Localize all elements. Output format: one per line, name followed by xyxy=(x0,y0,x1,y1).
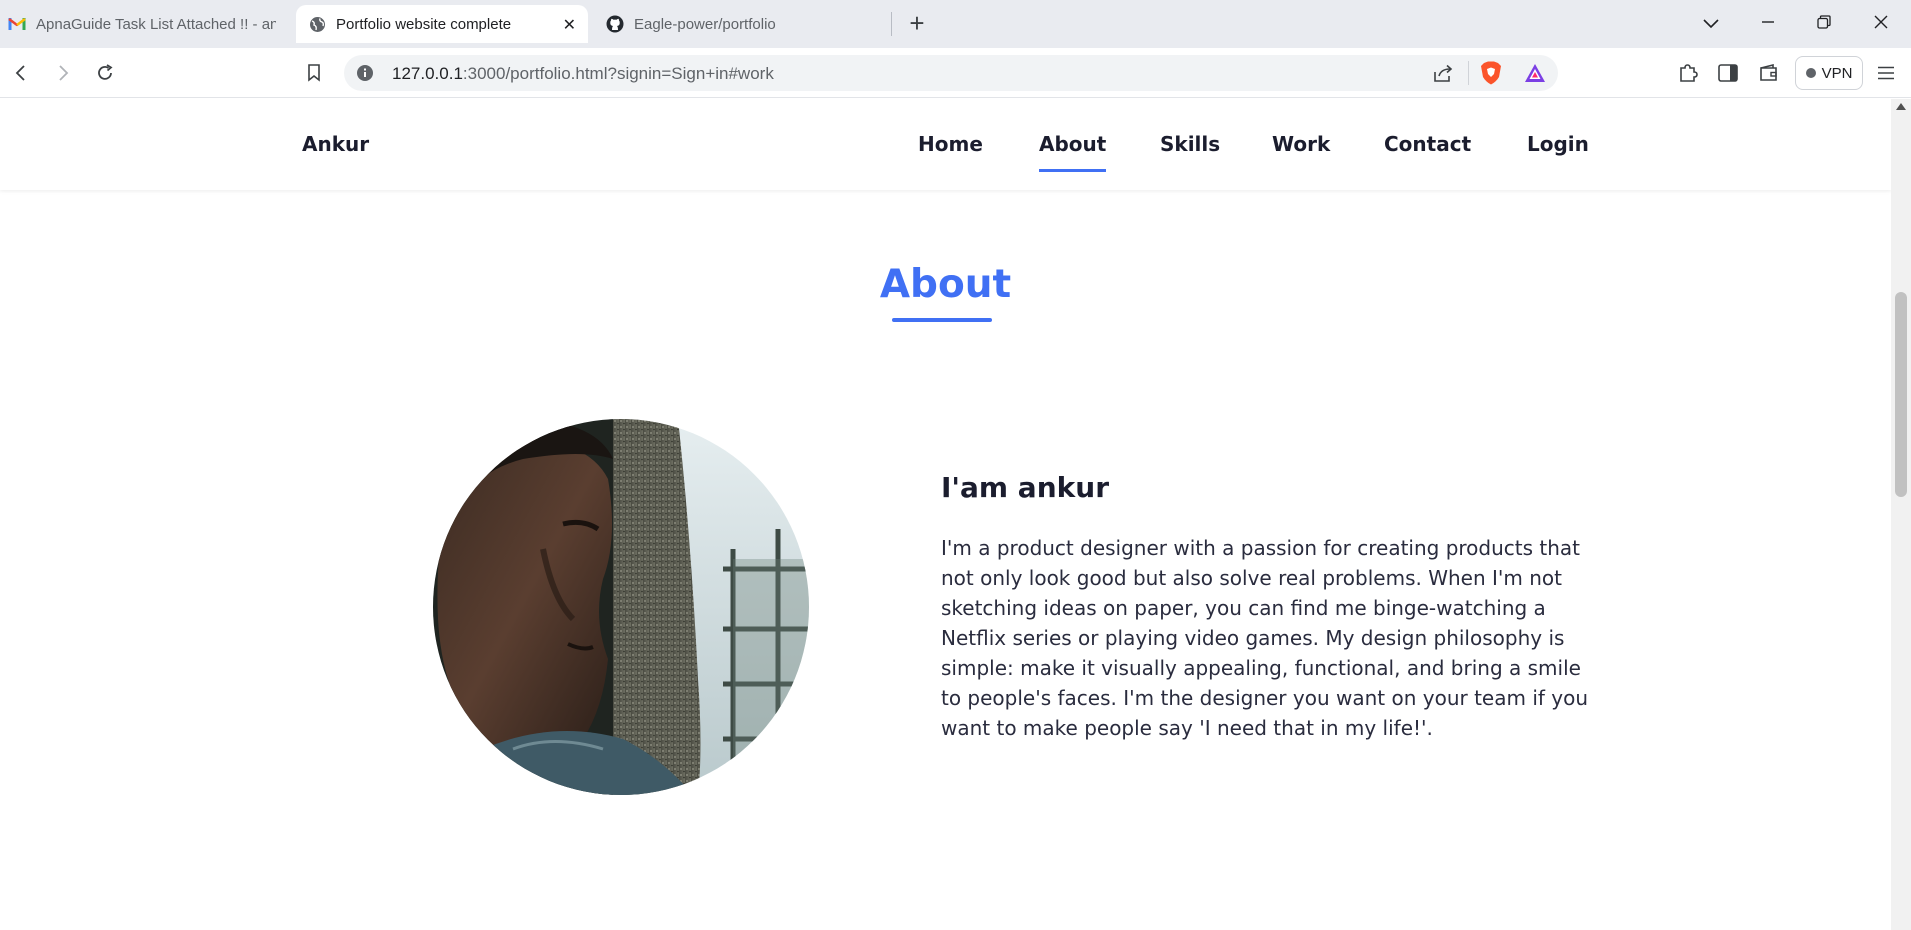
site-header: Ankur Home About Skills Work Contact Log… xyxy=(0,99,1891,190)
about-paragraph: I'm a product designer with a passion fo… xyxy=(941,536,1589,740)
site-info-icon[interactable] xyxy=(356,64,374,86)
tab-separator xyxy=(891,12,892,36)
globe-icon xyxy=(308,15,326,33)
nav-home[interactable]: Home xyxy=(918,132,983,156)
about-heading: I'am ankur xyxy=(941,471,1109,504)
urlbar-divider xyxy=(1468,61,1469,85)
tab-github[interactable]: Eagle-power/portfolio xyxy=(606,5,886,43)
vpn-button[interactable]: VPN xyxy=(1795,56,1863,90)
close-tab-icon[interactable]: ✕ xyxy=(563,15,576,35)
active-nav-underline xyxy=(1039,169,1107,172)
url-text[interactable]: 127.0.0.1:3000/portfolio.html?signin=Sig… xyxy=(392,64,774,84)
browser-tab-bar: ApnaGuide Task List Attached !! - ank Po… xyxy=(0,0,1911,48)
brave-rewards-icon[interactable] xyxy=(1524,63,1546,87)
nav-about[interactable]: About xyxy=(1039,132,1107,172)
scrollbar-thumb[interactable] xyxy=(1895,292,1907,497)
tab-gmail[interactable]: ApnaGuide Task List Attached !! - ank xyxy=(8,5,288,43)
brave-shields-icon[interactable] xyxy=(1480,61,1502,89)
page-viewport: Ankur Home About Skills Work Contact Log… xyxy=(0,99,1911,930)
menu-icon[interactable] xyxy=(1873,60,1899,86)
nav-skills-label: Skills xyxy=(1160,132,1221,156)
address-bar[interactable]: 127.0.0.1:3000/portfolio.html?signin=Sig… xyxy=(344,55,1558,91)
github-icon xyxy=(606,15,624,33)
site-logo[interactable]: Ankur xyxy=(302,132,369,156)
forward-icon[interactable] xyxy=(50,60,76,86)
tab-title: Portfolio website complete xyxy=(336,15,512,33)
section-title-underline xyxy=(892,318,992,322)
vpn-label: VPN xyxy=(1821,64,1853,82)
extensions-icon[interactable] xyxy=(1675,60,1701,86)
gmail-icon xyxy=(8,15,26,33)
share-icon[interactable] xyxy=(1432,63,1454,87)
tab-title: Eagle-power/portfolio xyxy=(634,15,776,33)
profile-photo xyxy=(433,419,809,795)
close-window-icon[interactable] xyxy=(1867,10,1895,38)
nav-work-label: Work xyxy=(1272,132,1331,156)
nav-contact[interactable]: Contact xyxy=(1384,132,1471,156)
nav-contact-label: Contact xyxy=(1384,132,1472,156)
minimize-icon[interactable] xyxy=(1754,10,1782,38)
bookmark-icon[interactable] xyxy=(301,60,327,86)
sidebar-toggle-icon[interactable] xyxy=(1715,60,1741,86)
section-title: About xyxy=(879,262,1012,307)
tab-portfolio[interactable]: Portfolio website complete ✕ xyxy=(296,5,588,43)
nav-login[interactable]: Login xyxy=(1527,132,1589,156)
scroll-up-arrow-icon[interactable] xyxy=(1896,103,1906,110)
page-scrollbar[interactable] xyxy=(1891,99,1911,930)
wallet-icon[interactable] xyxy=(1756,60,1782,86)
nav-skills[interactable]: Skills xyxy=(1160,132,1220,156)
nav-login-label: Login xyxy=(1527,132,1589,156)
back-icon[interactable] xyxy=(8,60,34,86)
vpn-status-icon xyxy=(1805,68,1816,78)
restore-icon[interactable] xyxy=(1810,10,1838,38)
url-path: :3000/portfolio.html?signin=Sign+in#work xyxy=(462,64,774,83)
url-host: 127.0.0.1 xyxy=(392,64,463,83)
reload-icon[interactable] xyxy=(92,60,118,86)
nav-work[interactable]: Work xyxy=(1272,132,1330,156)
tab-title: ApnaGuide Task List Attached !! - ank xyxy=(36,15,276,33)
nav-home-label: Home xyxy=(918,132,983,156)
browser-toolbar: 127.0.0.1:3000/portfolio.html?signin=Sig… xyxy=(0,48,1911,98)
new-tab-button[interactable]: + xyxy=(903,9,931,37)
tab-search-dropdown-icon[interactable] xyxy=(1697,10,1725,38)
nav-about-label: About xyxy=(1039,132,1107,156)
